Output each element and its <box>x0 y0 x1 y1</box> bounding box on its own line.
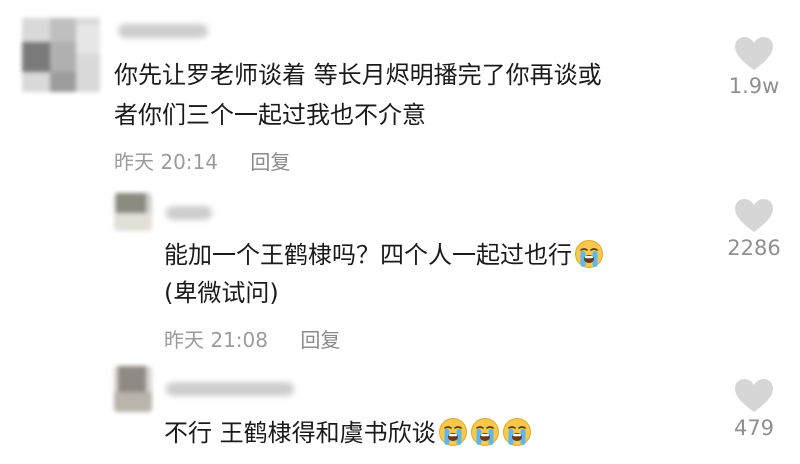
heart-icon <box>735 379 773 412</box>
comment-thread: 你先让罗老师谈着 等长月烬明播完了你再谈或 者你们三个一起过我也不介意 昨天 2… <box>0 0 800 464</box>
like-button[interactable]: 1.9w <box>714 36 794 98</box>
username-blurred[interactable] <box>166 382 294 396</box>
like-button[interactable]: 479 <box>714 378 794 440</box>
comment-timestamp: 昨天 21:08 <box>164 328 268 352</box>
reply-button[interactable]: 回复 <box>300 328 340 352</box>
comment-text-line: 不行 王鹤棣得和虞书欣谈 <box>164 414 532 452</box>
avatar[interactable] <box>114 366 152 412</box>
like-count: 479 <box>733 416 775 440</box>
username-blurred[interactable] <box>166 206 212 220</box>
avatar[interactable] <box>22 18 100 92</box>
loudly-crying-face-icon <box>575 240 603 268</box>
heart-icon <box>735 199 773 232</box>
like-button[interactable]: 2286 <box>714 198 794 260</box>
comment-text-line: 者你们三个一起过我也不介意 <box>114 101 426 129</box>
reply-button[interactable]: 回复 <box>250 150 290 174</box>
loudly-crying-face-icon <box>470 418 499 446</box>
comment-meta: 昨天 20:14 回复 <box>114 146 290 175</box>
like-count: 1.9w <box>728 74 780 98</box>
comment-meta: 昨天 21:08 回复 <box>164 324 340 353</box>
comment-text-line: 你先让罗老师谈着 等长月烬明播完了你再谈或 <box>114 61 602 89</box>
comment-text-line: (卑微试问) <box>164 279 279 307</box>
like-count: 2286 <box>727 236 781 260</box>
username-blurred[interactable] <box>118 24 208 38</box>
avatar[interactable] <box>114 193 152 231</box>
comment-timestamp: 昨天 20:14 <box>114 150 218 174</box>
comment-text: 能加一个王鹤棣吗？四个人一起过也行 <box>164 241 572 269</box>
comment-text-line: 能加一个王鹤棣吗？四个人一起过也行 <box>164 236 604 274</box>
comment-text: 不行 王鹤棣得和虞书欣谈 <box>164 419 436 447</box>
heart-icon <box>735 37 773 70</box>
loudly-crying-face-icon <box>502 418 531 446</box>
loudly-crying-face-icon <box>438 418 467 446</box>
